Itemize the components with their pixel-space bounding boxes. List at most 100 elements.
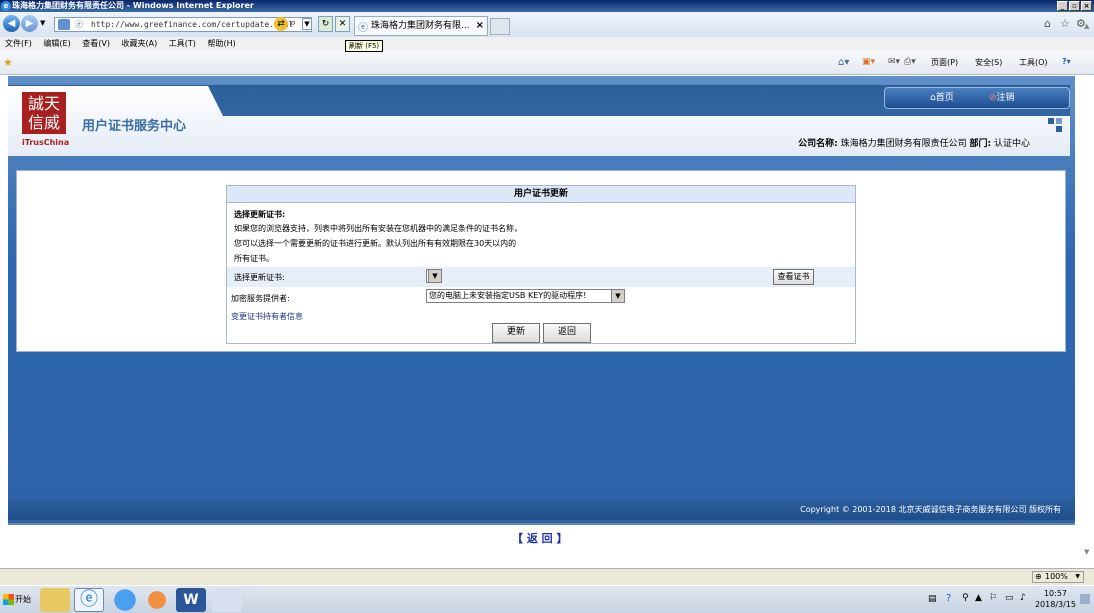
- new-tab-button[interactable]: [490, 18, 510, 35]
- zoom-icon: ⊕: [1035, 572, 1042, 581]
- select-cert-label: 选择更新证书:: [234, 273, 285, 282]
- panel-desc-3: 所有证书。: [234, 254, 274, 263]
- tray-network-icon[interactable]: ▤: [928, 594, 937, 604]
- address-dropdown-icon[interactable]: ▼: [302, 18, 312, 30]
- media-taskbar-icon[interactable]: [142, 588, 172, 612]
- feeds-icon[interactable]: ▣▾: [862, 57, 875, 67]
- clock-time: 10:57: [1043, 589, 1068, 598]
- csp-select[interactable]: 您的电脑上未安装指定USB KEY的驱动程序! ▼: [426, 289, 625, 303]
- maximize-button[interactable]: ▫: [1069, 1, 1080, 11]
- top-nav: ⌂首页 ⊘注销: [884, 87, 1070, 109]
- tab-ie-icon: ⓔ: [358, 23, 368, 34]
- favorites-star-icon[interactable]: ☆: [1060, 17, 1070, 30]
- ie-icon: e: [1, 1, 11, 11]
- taskbar: 开始 ⓔ W ▤ ? ⚲ ▲ ⚐ ▭ ♪ 10:57 2018/3/15: [0, 585, 1094, 613]
- view-cert-button[interactable]: 查看证书: [773, 269, 814, 285]
- scrollbar[interactable]: ▲ ▼: [1082, 22, 1094, 568]
- scroll-up-icon[interactable]: ▲: [1084, 22, 1089, 30]
- browser-tab[interactable]: ⓔ 珠海格力集团财务有限... ×: [354, 16, 488, 36]
- nav-logout-label: 注销: [996, 93, 1015, 103]
- start-label: 开始: [15, 595, 31, 604]
- safety-menu[interactable]: 安全(S): [975, 57, 1002, 68]
- help-icon[interactable]: ?▾: [1062, 57, 1071, 66]
- address-text: http://www.greefinance.com/certupdate.ht…: [91, 20, 294, 29]
- zoom-control[interactable]: ⊕ 100% ▼: [1032, 571, 1084, 583]
- compat-icon[interactable]: ⇄: [274, 17, 288, 31]
- forward-icon[interactable]: ▶: [21, 15, 38, 32]
- windows-logo-icon: [3, 594, 14, 605]
- print-icon[interactable]: ⎙▾: [904, 57, 916, 67]
- company-label: 公司名称:: [798, 139, 838, 149]
- page-menu[interactable]: 页面(P): [931, 57, 958, 68]
- window-title: 珠海格力集团财务有限责任公司 - Windows Internet Explor…: [12, 1, 254, 10]
- ie-page-icon: ⓔ: [75, 20, 83, 29]
- panel-desc-2: 您可以选择一个需要更新的证书进行更新。默认列出所有有效期限在30天以内的: [234, 239, 517, 248]
- dept-label: 部门:: [969, 139, 992, 149]
- back-icon[interactable]: ◀: [3, 15, 20, 32]
- logo-line2: 信威: [27, 113, 60, 132]
- word-taskbar-icon[interactable]: W: [176, 588, 206, 612]
- page-icon: [58, 19, 70, 30]
- close-button[interactable]: ×: [1081, 1, 1092, 11]
- panel-heading: 选择更新证书:: [234, 210, 286, 219]
- mail-icon[interactable]: ✉▾: [888, 57, 900, 67]
- menu-edit[interactable]: 编辑(E): [43, 39, 70, 48]
- logo-line1: 誠天: [27, 94, 60, 113]
- dept-name: 认证中心: [993, 139, 1030, 149]
- tray-display-icon[interactable]: ▭: [1005, 593, 1014, 603]
- update-button[interactable]: 更新: [492, 323, 540, 343]
- scroll-down-icon[interactable]: ▼: [1084, 548, 1089, 556]
- tray-flag-icon[interactable]: ⚐: [989, 593, 997, 603]
- logout-icon: ⊘: [989, 93, 997, 103]
- change-holder-link[interactable]: 变更证书持有者信息: [231, 311, 303, 322]
- company-name: 珠海格力集团财务有限责任公司: [840, 139, 967, 149]
- tray-clock[interactable]: 10:57 2018/3/15: [1035, 588, 1076, 610]
- menu-view[interactable]: 查看(V): [82, 39, 110, 48]
- menu-help[interactable]: 帮助(H): [207, 39, 235, 48]
- menu-file[interactable]: 文件(F): [5, 39, 32, 48]
- ie-taskbar-icon[interactable]: ⓔ: [74, 588, 104, 612]
- select-cert-dropdown[interactable]: ▼: [426, 269, 442, 283]
- stop-icon[interactable]: ✕: [335, 16, 350, 32]
- explorer-taskbar-icon[interactable]: [40, 588, 70, 612]
- chevron-down-icon: ▼: [1075, 573, 1080, 580]
- minimize-button[interactable]: _: [1057, 1, 1068, 11]
- footer-divider: [8, 523, 1075, 525]
- chevron-down-icon: ▼: [428, 270, 441, 282]
- logo-text: iTrusChina: [22, 138, 70, 147]
- refresh-icon[interactable]: ↻: [318, 16, 333, 32]
- tray-chevron-icon[interactable]: ▲: [975, 593, 982, 603]
- nav-home-link[interactable]: ⌂首页: [930, 88, 954, 108]
- tray-help-icon[interactable]: ?: [946, 593, 951, 604]
- nav-logout-link[interactable]: ⊘注销: [989, 88, 1015, 108]
- footer-copyright: Copyright © 2001-2018 北京天威诚信电子商务服务有限公司 版…: [8, 499, 1075, 520]
- site-title: 用户证书服务中心: [82, 119, 187, 134]
- menu-favorites[interactable]: 收藏夹(A): [122, 39, 158, 48]
- tray-volume-icon[interactable]: ♪: [1020, 593, 1026, 603]
- menu-tools[interactable]: 工具(T): [169, 39, 196, 48]
- show-desktop-button[interactable]: [1080, 594, 1090, 604]
- panel-title: 用户证书更新: [227, 186, 855, 203]
- tray-signal-icon[interactable]: ⚲: [962, 593, 969, 603]
- command-bar: ★ ⌂▾ ▣▾ ✉▾ ⎙▾ 页面(P) 安全(S) 工具(O) ?▾: [0, 51, 1094, 75]
- search-icon[interactable]: ⌕: [290, 16, 296, 30]
- add-favorites-icon[interactable]: ★: [3, 56, 13, 69]
- paint-taskbar-icon[interactable]: [212, 588, 242, 612]
- tab-close-icon[interactable]: ×: [476, 17, 484, 35]
- home-icon[interactable]: ⌂: [1044, 17, 1051, 30]
- nav-home-label: 首页: [935, 93, 954, 103]
- tools-menu[interactable]: 工具(O): [1019, 57, 1048, 68]
- logo-mark: 誠天 信威: [22, 92, 66, 134]
- tab-title: 珠海格力集团财务有限...: [371, 21, 470, 31]
- csp-value: 您的电脑上未安装指定USB KEY的驱动程序!: [429, 291, 587, 300]
- skype-taskbar-icon[interactable]: [110, 588, 140, 612]
- history-dropdown-icon[interactable]: ▼: [40, 19, 45, 27]
- select-cert-row: 选择更新证书: ▼ 查看证书: [227, 267, 855, 287]
- return-button[interactable]: 返回: [543, 323, 591, 343]
- itrus-logo: 誠天 信威 iTrusChina: [22, 92, 70, 148]
- zoom-level: 100%: [1045, 572, 1068, 581]
- menu-bar: 文件(F) 编辑(E) 查看(V) 收藏夹(A) 工具(T) 帮助(H): [0, 37, 1094, 51]
- home-page-icon[interactable]: ⌂▾: [838, 57, 849, 68]
- start-button[interactable]: 开始: [2, 590, 34, 610]
- back-link[interactable]: 【 返 回 】: [512, 530, 568, 546]
